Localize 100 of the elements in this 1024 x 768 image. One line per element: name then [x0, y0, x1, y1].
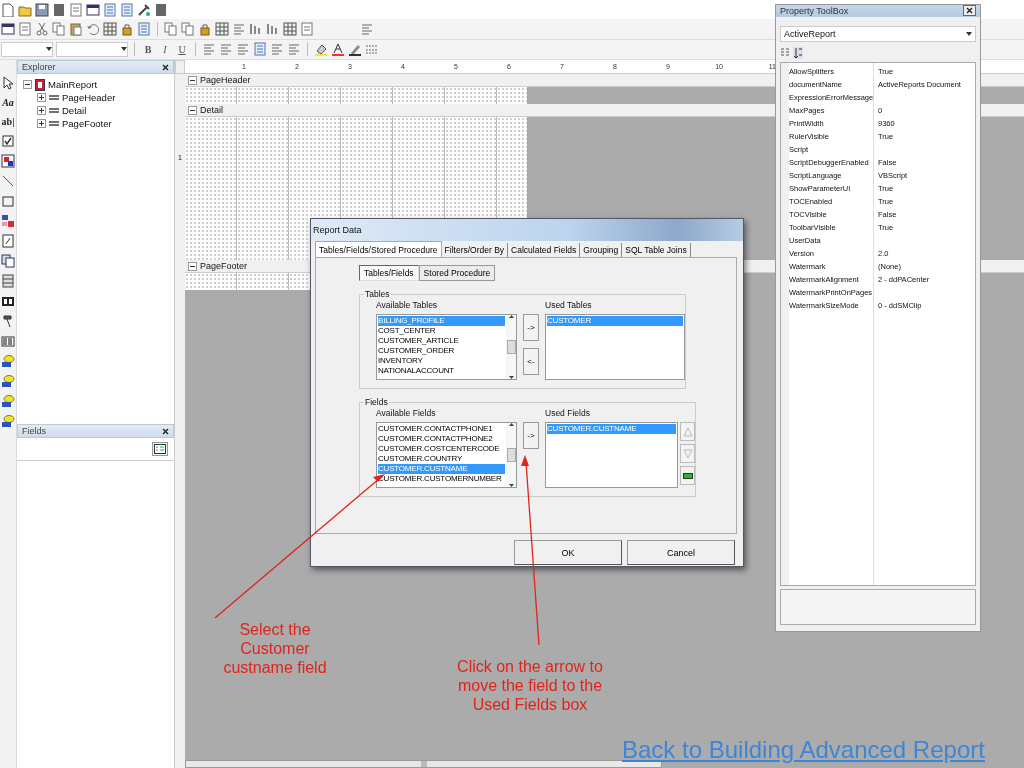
scroll-up-icon[interactable]	[508, 315, 514, 318]
barcode-icon[interactable]	[1, 334, 15, 348]
close-button[interactable]	[162, 63, 169, 71]
list-item[interactable]: CUSTOMER.CUSTOMERNUMBER	[378, 474, 505, 484]
tab[interactable]: Stored Procedure	[418, 265, 496, 281]
list-item[interactable]: CUSTOMER.CONTACTPHONE2	[378, 434, 505, 444]
tab[interactable]: Calculated Fields	[508, 243, 581, 257]
database-icon[interactable]	[1, 354, 15, 368]
list-item[interactable]: CUSTOMER_ORDER	[378, 346, 505, 356]
scroll-up-icon[interactable]	[508, 423, 514, 426]
bars-icon[interactable]	[249, 22, 263, 36]
tab[interactable]: SQL Table Joins	[622, 243, 691, 257]
collapse-icon[interactable]	[188, 105, 197, 115]
blocks-icon[interactable]	[1, 214, 15, 228]
object-dropdown[interactable]: ActiveReport	[780, 26, 976, 42]
lines-icon[interactable]	[1, 274, 15, 288]
remove-button[interactable]	[680, 466, 695, 485]
move-button[interactable]: <-	[523, 348, 539, 375]
move-button[interactable]: ->	[523, 422, 539, 449]
line-icon[interactable]	[1, 174, 15, 188]
scrollbar[interactable]	[506, 423, 516, 487]
grid-icon[interactable]	[215, 22, 229, 36]
database-icon[interactable]	[1, 394, 15, 408]
move-button[interactable]: ->	[523, 314, 539, 341]
block-icon[interactable]	[154, 2, 168, 17]
tab[interactable]: Tables/Fields/Stored Procedure	[315, 241, 442, 257]
database-icon[interactable]	[1, 374, 15, 388]
image-icon[interactable]	[1, 154, 15, 168]
rectangle-icon[interactable]	[1, 194, 15, 208]
list-item[interactable]: CUSTOMER_ARTICLE	[378, 336, 505, 346]
expand-icon[interactable]	[37, 93, 46, 102]
block-icon[interactable]	[52, 2, 66, 17]
bold-button[interactable]: B	[141, 42, 155, 57]
save-icon[interactable]	[35, 2, 49, 17]
copy-icon[interactable]	[52, 22, 66, 36]
italic-button[interactable]: I	[158, 42, 172, 57]
paste-icon[interactable]	[69, 22, 83, 36]
annotation-text: Click on the arrow to move the field to the Used Fields box	[456, 657, 604, 714]
text-tool-icon[interactable]: ab|	[1, 115, 15, 128]
list-item[interactable]: INVENTORY	[378, 356, 505, 366]
ok-button[interactable]: OK	[514, 540, 622, 565]
caret-icon	[121, 47, 127, 52]
list-item[interactable]: CUSTOMER.COSTCENTERCODE	[378, 444, 505, 454]
box-icon[interactable]	[1, 294, 15, 308]
line-color-icon[interactable]	[348, 42, 362, 57]
field-list-button[interactable]	[152, 442, 168, 456]
list-item[interactable]: CUSTOMER.CONTACTPHONE1	[378, 424, 505, 434]
lock-icon[interactable]	[120, 22, 134, 36]
collapse-icon[interactable]	[188, 261, 197, 271]
copy-icon[interactable]	[181, 22, 195, 36]
expand-icon[interactable]	[37, 119, 46, 128]
list-item[interactable]: NATIONALACCOUNT	[378, 366, 505, 376]
underline-button[interactable]: U	[175, 42, 189, 57]
pointer-icon[interactable]	[1, 76, 15, 90]
scrollbar[interactable]	[506, 315, 516, 379]
cancel-button[interactable]: Cancel	[627, 540, 735, 565]
wrench-icon[interactable]	[137, 2, 151, 17]
tree-item[interactable]: PageFooter	[62, 118, 112, 129]
tab[interactable]: Tables/Fields	[359, 265, 419, 281]
list-box[interactable]: BILLING_PROFILE COST_CENTER CUSTOMER_ARTICLE CUSTOMER_ORDER INVENTORY NATIONALACCOUNT	[376, 314, 517, 380]
section-icon	[49, 106, 59, 115]
new-document-icon[interactable]	[1, 2, 15, 17]
list-box[interactable]: CUSTOMER.CONTACTPHONE1 CUSTOMER.CONTACTPHONE2 CUSTOMER.COSTCENTERCODE CUSTOMER.COUNTRY CUSTOMER.CUSTNAME CUSTOMER.CUSTOMERNUMBER	[376, 422, 517, 488]
tab[interactable]: Grouping	[580, 243, 623, 257]
window-icon[interactable]	[1, 22, 15, 36]
scroll-down-icon[interactable]	[508, 376, 514, 379]
list-item[interactable]: COST_CENTER	[378, 326, 505, 336]
scroll-down-icon[interactable]	[508, 484, 514, 487]
tree-item[interactable]: Detail	[62, 105, 87, 116]
grid-icon[interactable]	[103, 22, 117, 36]
bars-icon[interactable]	[266, 22, 280, 36]
collapse-icon[interactable]	[23, 80, 32, 89]
close-button[interactable]	[162, 427, 169, 435]
page-icon[interactable]	[1, 234, 15, 248]
lock-icon[interactable]	[198, 22, 212, 36]
expand-icon[interactable]	[37, 106, 46, 115]
list-item[interactable]: CUSTOMER.COUNTRY	[378, 454, 505, 464]
copy-icon[interactable]	[164, 22, 178, 36]
tree-item[interactable]: PageHeader	[62, 92, 116, 103]
close-button[interactable]	[963, 5, 976, 16]
pages-icon[interactable]	[1, 254, 15, 268]
font-color-icon[interactable]	[331, 42, 345, 57]
scrollbar[interactable]	[185, 760, 662, 768]
group-title: Fields	[364, 397, 389, 407]
scissors-icon[interactable]	[35, 22, 49, 36]
grid-icon[interactable]	[283, 22, 297, 36]
caret-icon	[46, 47, 52, 52]
checkbox-icon[interactable]	[1, 134, 15, 148]
tree-item[interactable]: MainReport	[48, 79, 98, 90]
sort-icon[interactable]	[793, 47, 803, 59]
database-icon[interactable]	[1, 414, 15, 428]
hammer-icon[interactable]	[1, 314, 15, 328]
text-tool-icon[interactable]: Aa	[2, 96, 14, 109]
fill-color-icon[interactable]	[314, 42, 328, 57]
section-title: Detail	[200, 105, 223, 115]
panel-title: Fields	[22, 426, 46, 436]
window-icon[interactable]	[86, 2, 100, 17]
undo-icon[interactable]	[86, 22, 100, 36]
collapse-icon[interactable]	[188, 75, 197, 85]
caret-icon	[966, 32, 972, 36]
